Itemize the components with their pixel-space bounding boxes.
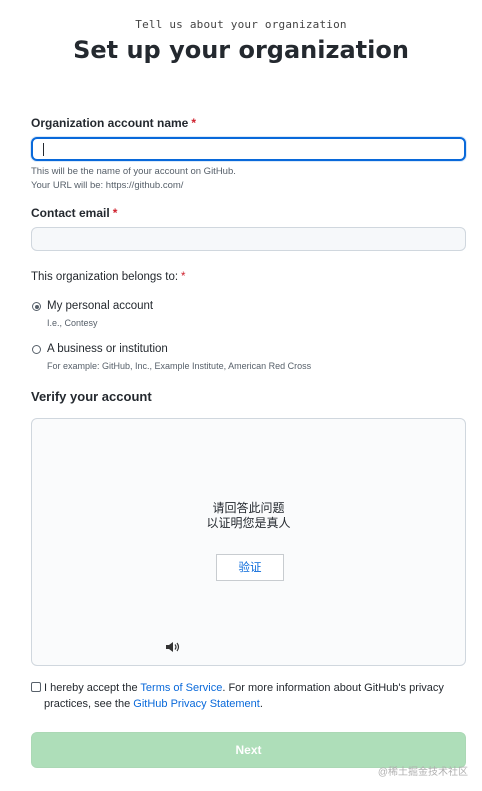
watermark: @稀土掘金技术社区	[377, 767, 468, 778]
page-title: Set up your organization	[73, 36, 409, 64]
account-name-input[interactable]	[31, 137, 466, 161]
terms-suffix: .	[259, 698, 263, 710]
contact-email-label-text: Contact email	[31, 206, 110, 220]
privacy-statement-link[interactable]: GitHub Privacy Statement	[133, 698, 260, 710]
terms-prefix: I hereby accept the	[44, 682, 141, 694]
page-subtitle: Tell us about your organization	[135, 18, 347, 31]
option-personal-label[interactable]: My personal account	[47, 300, 153, 312]
belongs-to-label: This organization belongs to: *	[31, 271, 186, 283]
accept-terms-checkbox[interactable]	[31, 682, 41, 692]
text-caret	[43, 143, 44, 156]
required-marker: *	[181, 271, 186, 283]
verify-heading: Verify your account	[31, 389, 152, 404]
radio-business-account[interactable]	[32, 345, 41, 354]
speaker-icon[interactable]	[165, 641, 181, 653]
option-business-note: For example: GitHub, Inc., Example Insti…	[47, 361, 312, 371]
terms-text: I hereby accept the Terms of Service. Fo…	[44, 680, 464, 712]
option-personal-note: I.e., Contesy	[47, 318, 98, 328]
required-marker: *	[112, 206, 118, 220]
captcha-verify-button[interactable]: 验证	[216, 554, 284, 581]
account-name-label-text: Organization account name	[31, 116, 189, 130]
terms-of-service-link[interactable]: Terms of Service	[140, 682, 222, 694]
radio-personal-account[interactable]	[32, 302, 41, 311]
captcha-frame[interactable]: 请回答此问题 以证明您是真人 验证	[31, 418, 466, 666]
required-marker: *	[191, 116, 197, 130]
captcha-prompt-line2: 以证明您是真人	[206, 516, 291, 530]
account-name-label: Organization account name *	[31, 116, 196, 130]
option-business-label[interactable]: A business or institution	[47, 343, 168, 355]
account-name-note-line1: This will be the name of your account on…	[31, 166, 236, 177]
captcha-prompt-line1: 请回答此问题	[212, 501, 285, 515]
contact-email-label: Contact email *	[31, 206, 117, 220]
account-url-note: Your URL will be: https://github.com/	[31, 180, 184, 191]
belongs-to-label-text: This organization belongs to:	[31, 271, 179, 283]
account-name-note: This will be the name of your account on…	[31, 165, 236, 193]
contact-email-input[interactable]	[31, 227, 466, 251]
